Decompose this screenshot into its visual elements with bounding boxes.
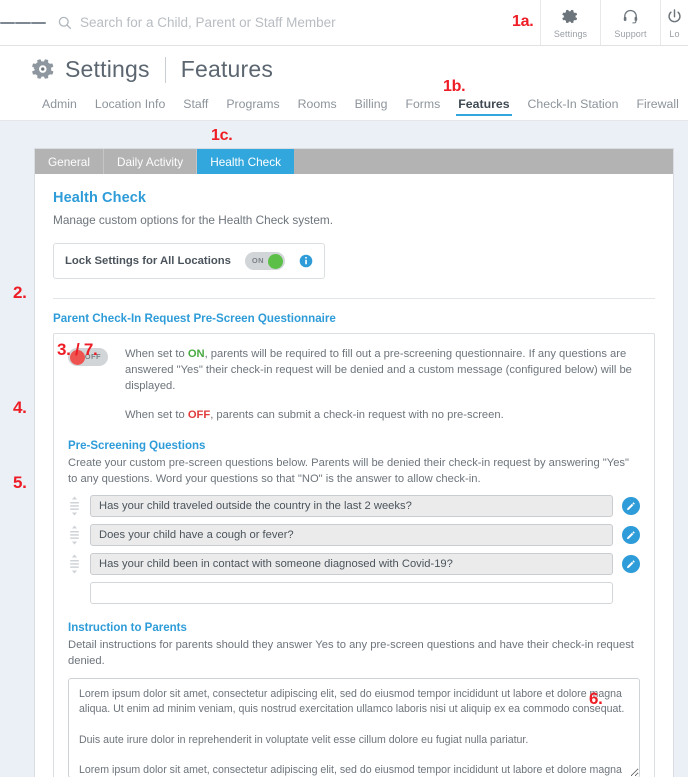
instructions-section: Instruction to Parents Detail instructio… bbox=[68, 622, 640, 777]
edit-question-button-2[interactable] bbox=[622, 525, 640, 544]
topbar-settings-button[interactable]: Settings bbox=[540, 0, 600, 45]
on-keyword: ON bbox=[187, 348, 205, 360]
annotation-6: 6. bbox=[589, 689, 603, 708]
annotation-5: 5. bbox=[13, 473, 27, 492]
annotation-1a: 1a. bbox=[512, 13, 534, 30]
drag-handle-icon[interactable] bbox=[68, 495, 81, 517]
sub-tab-strip: General Daily Activity Health Check bbox=[35, 149, 673, 174]
nav-tab-forms[interactable]: Forms bbox=[396, 97, 449, 116]
annotation-3-7: 3. / 7. bbox=[57, 340, 98, 359]
toggle-knob bbox=[267, 253, 283, 269]
lock-settings-box: Lock Settings for All Locations ON bbox=[53, 243, 325, 279]
sub-tab-daily-activity[interactable]: Daily Activity bbox=[104, 149, 198, 174]
annotation-4: 4. bbox=[13, 398, 27, 417]
prescreen-panel: OFF When set to ON, parents will be requ… bbox=[53, 333, 655, 777]
lock-settings-toggle[interactable]: ON bbox=[244, 252, 285, 270]
annotation-2: 2. bbox=[13, 283, 27, 302]
nav-tab-programs[interactable]: Programs bbox=[217, 97, 288, 116]
topbar-logout-button[interactable]: Lo bbox=[660, 0, 688, 45]
off-keyword: OFF bbox=[187, 408, 211, 421]
nav-tab-billing[interactable]: Billing bbox=[346, 97, 397, 116]
hamburger-menu-icon[interactable] bbox=[0, 0, 46, 45]
drag-handle-placeholder bbox=[68, 582, 81, 604]
edit-question-button-3[interactable] bbox=[622, 554, 640, 573]
prescreen-section-title: Parent Check-In Request Pre-Screen Quest… bbox=[53, 312, 336, 325]
pencil-icon bbox=[627, 560, 635, 568]
new-question-input[interactable] bbox=[90, 581, 613, 604]
search-input[interactable] bbox=[80, 15, 500, 30]
drag-handle-icon[interactable] bbox=[68, 524, 81, 546]
nav-tab-admin[interactable]: Admin bbox=[33, 97, 86, 116]
content-area: General Daily Activity Health Check Heal… bbox=[0, 121, 688, 777]
new-question-row bbox=[68, 581, 640, 604]
topbar-support-label: Support bbox=[614, 28, 647, 39]
sub-tab-health-check[interactable]: Health Check bbox=[197, 149, 295, 174]
nav-tab-check-in-station[interactable]: Check-In Station bbox=[519, 97, 628, 116]
page-title-separator bbox=[164, 56, 166, 83]
card-body: Health Check Manage custom options for t… bbox=[35, 174, 673, 777]
prescreen-description: When set to ON, parents will be required… bbox=[125, 346, 640, 423]
global-search bbox=[46, 0, 540, 45]
lock-settings-label: Lock Settings for All Locations bbox=[65, 255, 231, 267]
questions-section-title: Pre-Screening Questions bbox=[68, 439, 206, 452]
prescreen-paragraph-on: When set to ON, parents will be required… bbox=[125, 346, 640, 395]
instructions-title: Instruction to Parents bbox=[68, 621, 187, 634]
question-input-2[interactable] bbox=[90, 523, 613, 546]
nav-tab-firewall[interactable]: Firewall bbox=[627, 97, 687, 116]
page-title-sub: Features bbox=[180, 56, 274, 82]
question-row bbox=[68, 552, 640, 575]
question-input-3[interactable] bbox=[90, 552, 613, 575]
page-title: Settings Features bbox=[32, 56, 273, 83]
sub-tab-general[interactable]: General bbox=[35, 149, 104, 174]
drag-handle-icon[interactable] bbox=[68, 553, 81, 575]
annotation-1b: 1b. bbox=[443, 78, 466, 95]
question-input-1[interactable] bbox=[90, 494, 613, 517]
prescreen-p2-pre: When set to bbox=[125, 408, 188, 421]
nav-tab-rooms[interactable]: Rooms bbox=[289, 97, 346, 116]
question-row bbox=[68, 494, 640, 517]
divider bbox=[53, 298, 655, 299]
headset-icon bbox=[622, 7, 639, 26]
prescreen-paragraph-off: When set to OFF, parents can submit a ch… bbox=[125, 407, 640, 423]
pencil-icon bbox=[627, 502, 635, 510]
lock-settings-toggle-state: ON bbox=[251, 256, 264, 265]
nav-tab-location-info[interactable]: Location Info bbox=[86, 97, 174, 116]
topbar-logout-label: Lo bbox=[669, 28, 680, 39]
logout-icon bbox=[666, 7, 683, 26]
search-icon bbox=[58, 16, 72, 30]
topbar-support-button[interactable]: Support bbox=[600, 0, 660, 45]
page-gear-icon bbox=[32, 58, 55, 81]
page-title-main: Settings bbox=[65, 56, 150, 82]
info-icon[interactable] bbox=[299, 254, 313, 268]
topbar-settings-label: Settings bbox=[553, 28, 588, 39]
prescreen-p2-post: , parents can submit a check-in request … bbox=[210, 408, 504, 421]
app-root: Settings Support Lo bbox=[0, 0, 688, 777]
question-row bbox=[68, 523, 640, 546]
instructions-description: Detail instructions for parents should t… bbox=[68, 638, 634, 667]
questions-section-description: Create your custom pre-screen questions … bbox=[68, 456, 629, 485]
health-check-card: General Daily Activity Health Check Heal… bbox=[34, 148, 674, 777]
top-bar: Settings Support Lo bbox=[0, 0, 688, 46]
prescreen-p1-pre: When set to bbox=[125, 348, 188, 360]
health-check-title: Health Check bbox=[53, 190, 147, 206]
instructions-textarea[interactable] bbox=[68, 677, 640, 777]
pencil-icon bbox=[627, 531, 635, 539]
nav-tab-features[interactable]: Features bbox=[449, 97, 518, 116]
gear-icon bbox=[562, 7, 579, 26]
settings-nav-tabs: Admin Location Info Staff Programs Rooms… bbox=[0, 97, 688, 121]
edit-question-button-1[interactable] bbox=[622, 496, 640, 515]
questions-section: Pre-Screening Questions Create your cust… bbox=[68, 440, 640, 604]
health-check-subtitle: Manage custom options for the Health Che… bbox=[53, 213, 333, 227]
nav-tab-staff[interactable]: Staff bbox=[174, 97, 217, 116]
annotation-1c: 1c. bbox=[211, 127, 233, 144]
